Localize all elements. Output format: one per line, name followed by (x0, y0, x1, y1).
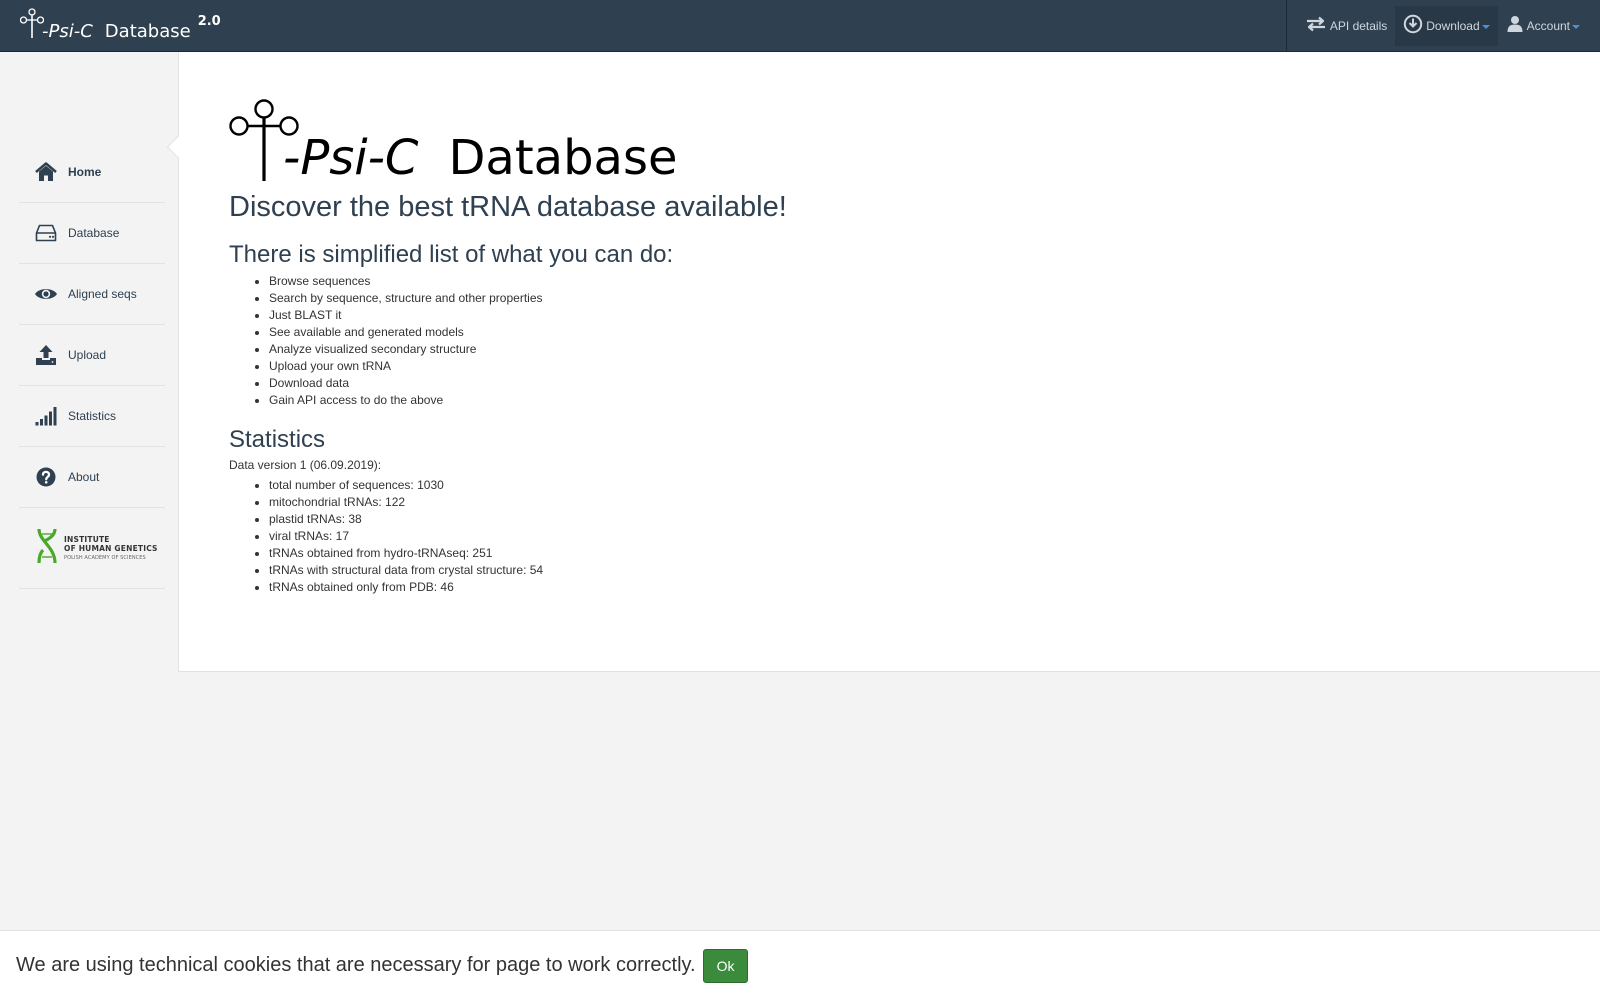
download-label: Download (1426, 18, 1480, 33)
hard-drive-icon (34, 221, 58, 245)
chevron-down-icon (1481, 24, 1490, 29)
cookie-message: We are using technical cookies that are … (16, 954, 696, 976)
list-item: viral tRNAs: 17 (269, 528, 1529, 545)
sidebar-nav: Home Database Aligned seqs Upload Statis… (19, 142, 165, 589)
download-dropdown[interactable]: Download (1395, 5, 1498, 46)
list-item: Search by sequence, structure and other … (269, 290, 1529, 307)
sidebar-item-home[interactable]: Home (19, 142, 165, 203)
list-item: tRNAs obtained only from PDB: 46 (269, 579, 1529, 596)
sidebar-item-aligned-seqs[interactable]: Aligned seqs (19, 264, 165, 325)
sidebar-item-label: Aligned seqs (68, 287, 137, 301)
brand-suffix: Database (104, 21, 191, 42)
features-heading: There is simplified list of what you can… (229, 241, 674, 268)
list-item: tRNAs obtained from hydro-tRNAseq: 251 (269, 545, 1529, 562)
statistics-list: total number of sequences: 1030 mitochon… (269, 477, 1529, 596)
features-list: Browse sequences Search by sequence, str… (269, 273, 1529, 409)
list-item: Download data (269, 375, 1529, 392)
sidebar-item-label: Upload (68, 348, 107, 362)
institute-logo-text: INSTITUTE OF HUMAN GENETICS POLISH ACADE… (64, 534, 158, 561)
api-details-link[interactable]: API details (1297, 6, 1395, 46)
brand-logo-link[interactable]: -Psi-C Database 2.0 (20, 8, 221, 44)
dna-helix-icon (34, 527, 60, 570)
sidebar-item-label: Database (68, 226, 120, 240)
hero-logo: -Psi-C Database (229, 99, 1529, 186)
top-navbar: -Psi-C Database 2.0 API details Download (0, 0, 1600, 52)
sidebar-item-statistics[interactable]: Statistics (19, 386, 165, 447)
list-item: plastid tRNAs: 38 (269, 511, 1529, 528)
hero-logo-suffix: Database (448, 130, 678, 186)
chevron-down-icon (1572, 24, 1580, 29)
list-item: Just BLAST it (269, 307, 1529, 324)
list-item: Analyze visualized secondary structure (269, 341, 1529, 358)
list-item: See available and generated models (269, 324, 1529, 341)
statistics-heading: Statistics (229, 426, 326, 453)
question-circle-icon (34, 465, 58, 489)
list-item: total number of sequences: 1030 (269, 477, 1529, 494)
upload-icon (34, 343, 58, 367)
sidebar: Home Database Aligned seqs Upload Statis… (0, 52, 178, 1000)
account-dropdown[interactable]: Account (1498, 6, 1588, 46)
main-content-panel: -Psi-C Database Discover the best tRNA d… (166, 52, 1600, 672)
institute-logo-line3: POLISH ACADEMY OF SCIENCES (64, 554, 146, 561)
hero-logo-name: -Psi-C (283, 130, 419, 186)
sidebar-item-about[interactable]: About (19, 447, 165, 508)
sidebar-item-database[interactable]: Database (19, 203, 165, 264)
data-version: Data version 1 (06.09.2019): (229, 458, 382, 472)
sidebar-item-label: Statistics (68, 409, 117, 423)
api-details-label: API details (1329, 18, 1388, 33)
sidebar-item-label: About (68, 470, 100, 484)
institute-logo-link[interactable]: INSTITUTE OF HUMAN GENETICS POLISH ACADE… (19, 508, 165, 589)
home-icon (34, 160, 58, 184)
eye-icon (34, 282, 58, 306)
sidebar-item-label: Home (68, 165, 102, 179)
cookie-consent-bar: We are using technical cookies that are … (0, 930, 1600, 1000)
account-label: Account (1526, 18, 1570, 33)
list-item: mitochondrial tRNAs: 122 (269, 494, 1529, 511)
brand-name: -Psi-C (42, 21, 93, 42)
list-item: Upload your own tRNA (269, 358, 1529, 375)
list-item: Gain API access to do the above (269, 392, 1529, 409)
cookie-ok-button[interactable]: Ok (702, 948, 749, 983)
transfer-arrows-icon (1305, 16, 1330, 35)
institute-logo-line1: INSTITUTE (64, 534, 110, 544)
signal-bars-icon (34, 404, 58, 428)
sidebar-item-upload[interactable]: Upload (19, 325, 165, 386)
user-icon (1506, 15, 1527, 36)
brand-version: 2.0 (197, 14, 221, 29)
list-item: Browse sequences (269, 273, 1529, 290)
download-circle-icon (1403, 14, 1426, 37)
institute-logo-line2: OF HUMAN GENETICS (64, 544, 158, 553)
navbar-right-menu: API details Download Account (1285, 0, 1600, 51)
list-item: tRNAs with structural data from crystal … (269, 562, 1529, 579)
trna-cross-icon (20, 8, 44, 38)
main-content: -Psi-C Database Discover the best tRNA d… (229, 99, 1529, 596)
page-tagline: Discover the best tRNA database availabl… (229, 191, 787, 223)
